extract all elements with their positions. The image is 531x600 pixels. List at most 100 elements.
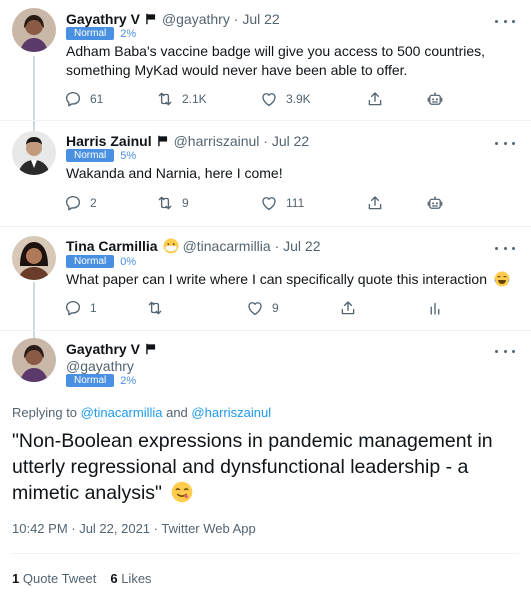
separator: · — [274, 238, 280, 254]
robot-icon — [426, 194, 444, 212]
flag-icon — [144, 342, 158, 356]
handle[interactable]: @gayathry — [162, 11, 230, 27]
mention-link[interactable]: @tinacarmillia — [81, 405, 163, 420]
reply-count: 61 — [90, 92, 104, 106]
tweet-header: Gayathry V @gayathry · Jul 22 — [66, 11, 280, 27]
tweet-text-line: What paper can I write where I can speci… — [66, 271, 487, 287]
more-options-icon[interactable] — [495, 243, 515, 253]
action-bar: 2 9 111 — [60, 194, 480, 214]
display-name[interactable]: Tina Carmillia — [66, 238, 158, 254]
like-button[interactable]: 111 — [260, 194, 304, 212]
action-bar: 1 9 — [60, 299, 480, 319]
face-with-mask-emoji-icon — [163, 238, 179, 254]
handle-row: @gayathry — [66, 358, 134, 374]
like-count: 3.9K — [286, 92, 311, 106]
tweet-header: Gayathry V — [66, 341, 162, 357]
heart-icon — [260, 90, 278, 108]
status-badge: Normal — [66, 27, 115, 40]
retweet-icon — [156, 90, 174, 108]
likes-link[interactable]: 6 Likes — [110, 571, 151, 586]
share-button[interactable] — [366, 194, 384, 212]
tweet-header: Harris Zainul @harriszainul · Jul 22 — [66, 133, 309, 149]
tweet-text-line: Wakanda and Narnia, here I come! — [66, 165, 283, 181]
reply-icon — [64, 299, 82, 317]
bot-score: Normal 0% — [66, 255, 136, 268]
more-options-icon[interactable] — [495, 16, 515, 26]
avatar[interactable] — [12, 8, 56, 52]
separator: · — [263, 133, 268, 149]
reply-icon — [64, 194, 82, 212]
quote-tweets-link[interactable]: 1 Quote Tweet — [12, 571, 96, 586]
tweet-text: Adham Baba's vaccine badge will give you… — [66, 42, 516, 80]
display-name[interactable]: Gayathry V — [66, 341, 140, 357]
replying-to-and: and — [162, 405, 192, 420]
flag-icon — [144, 12, 158, 26]
divider — [0, 120, 531, 121]
bot-check-button[interactable] — [426, 194, 444, 212]
reply-button[interactable]: 1 — [64, 299, 97, 317]
status-badge: Normal — [66, 374, 115, 387]
divider — [0, 330, 531, 331]
more-options-icon[interactable] — [495, 346, 515, 356]
like-count: 9 — [272, 301, 279, 315]
divider — [12, 553, 519, 554]
heart-icon — [260, 194, 278, 212]
retweet-button[interactable] — [146, 299, 164, 317]
handle[interactable]: @gayathry — [66, 358, 134, 374]
bot-check-button[interactable] — [426, 90, 444, 108]
handle[interactable]: @harriszainul — [174, 133, 260, 149]
bot-score: Normal 5% — [66, 149, 136, 162]
thread-line — [33, 56, 35, 134]
share-button[interactable] — [366, 90, 384, 108]
display-name[interactable]: Gayathry V — [66, 11, 140, 27]
bot-score: Normal 2% — [66, 27, 136, 40]
more-options-icon[interactable] — [495, 138, 515, 148]
share-button[interactable] — [339, 299, 357, 317]
replying-to-label: Replying to — [12, 405, 81, 420]
share-icon — [339, 299, 357, 317]
analytics-icon — [426, 299, 444, 317]
heart-icon — [246, 299, 264, 317]
retweet-count: 2.1K — [182, 92, 207, 106]
share-icon — [366, 90, 384, 108]
tears-of-joy-emoji-icon — [494, 271, 510, 287]
status-badge: Normal — [66, 149, 115, 162]
tweet-date[interactable]: Jul 22 — [272, 133, 309, 149]
retweet-button[interactable]: 9 — [156, 194, 189, 212]
handle[interactable]: @tinacarmillia — [183, 238, 271, 254]
engagement-stats: 1 Quote Tweet 6 Likes — [12, 571, 166, 586]
tweet-text: What paper can I write where I can speci… — [66, 270, 516, 289]
separator: · — [233, 11, 239, 27]
reply-button[interactable]: 61 — [64, 90, 103, 108]
tweet-text: Wakanda and Narnia, here I come! — [66, 164, 516, 183]
share-icon — [366, 194, 384, 212]
reply-icon — [64, 90, 82, 108]
replying-to: Replying to @tinacarmillia and @harrisza… — [12, 405, 271, 420]
retweet-icon — [146, 299, 164, 317]
analytics-button[interactable] — [426, 299, 444, 317]
like-button[interactable]: 9 — [246, 299, 279, 317]
mention-link[interactable]: @harriszainul — [191, 405, 271, 420]
retweet-icon — [156, 194, 174, 212]
like-count: 111 — [286, 196, 305, 210]
tweet-timestamp[interactable]: 10:42 PM · Jul 22, 2021 · Twitter Web Ap… — [12, 521, 256, 536]
action-bar: 61 2.1K 3.9K — [60, 90, 480, 110]
display-name[interactable]: Harris Zainul — [66, 133, 152, 149]
score-percent: 0% — [120, 255, 137, 268]
bot-score: Normal 2% — [66, 374, 136, 387]
score-percent: 2% — [120, 374, 137, 387]
tweet-date[interactable]: Jul 22 — [283, 238, 320, 254]
retweet-count: 9 — [182, 196, 189, 210]
retweet-button[interactable]: 2.1K — [156, 90, 207, 108]
reply-count: 1 — [90, 301, 97, 315]
tweet-date[interactable]: Jul 22 — [242, 11, 279, 27]
main-tweet-text: "Non-Boolean expressions in pandemic man… — [12, 428, 522, 506]
avatar[interactable] — [12, 131, 56, 175]
avatar[interactable] — [12, 338, 56, 382]
score-percent: 5% — [120, 149, 137, 162]
tweet-header: Tina Carmillia @tinacarmillia · Jul 22 — [66, 238, 321, 254]
like-button[interactable]: 3.9K — [260, 90, 311, 108]
avatar[interactable] — [12, 236, 56, 280]
reply-button[interactable]: 2 — [64, 194, 97, 212]
reply-count: 2 — [90, 196, 97, 210]
